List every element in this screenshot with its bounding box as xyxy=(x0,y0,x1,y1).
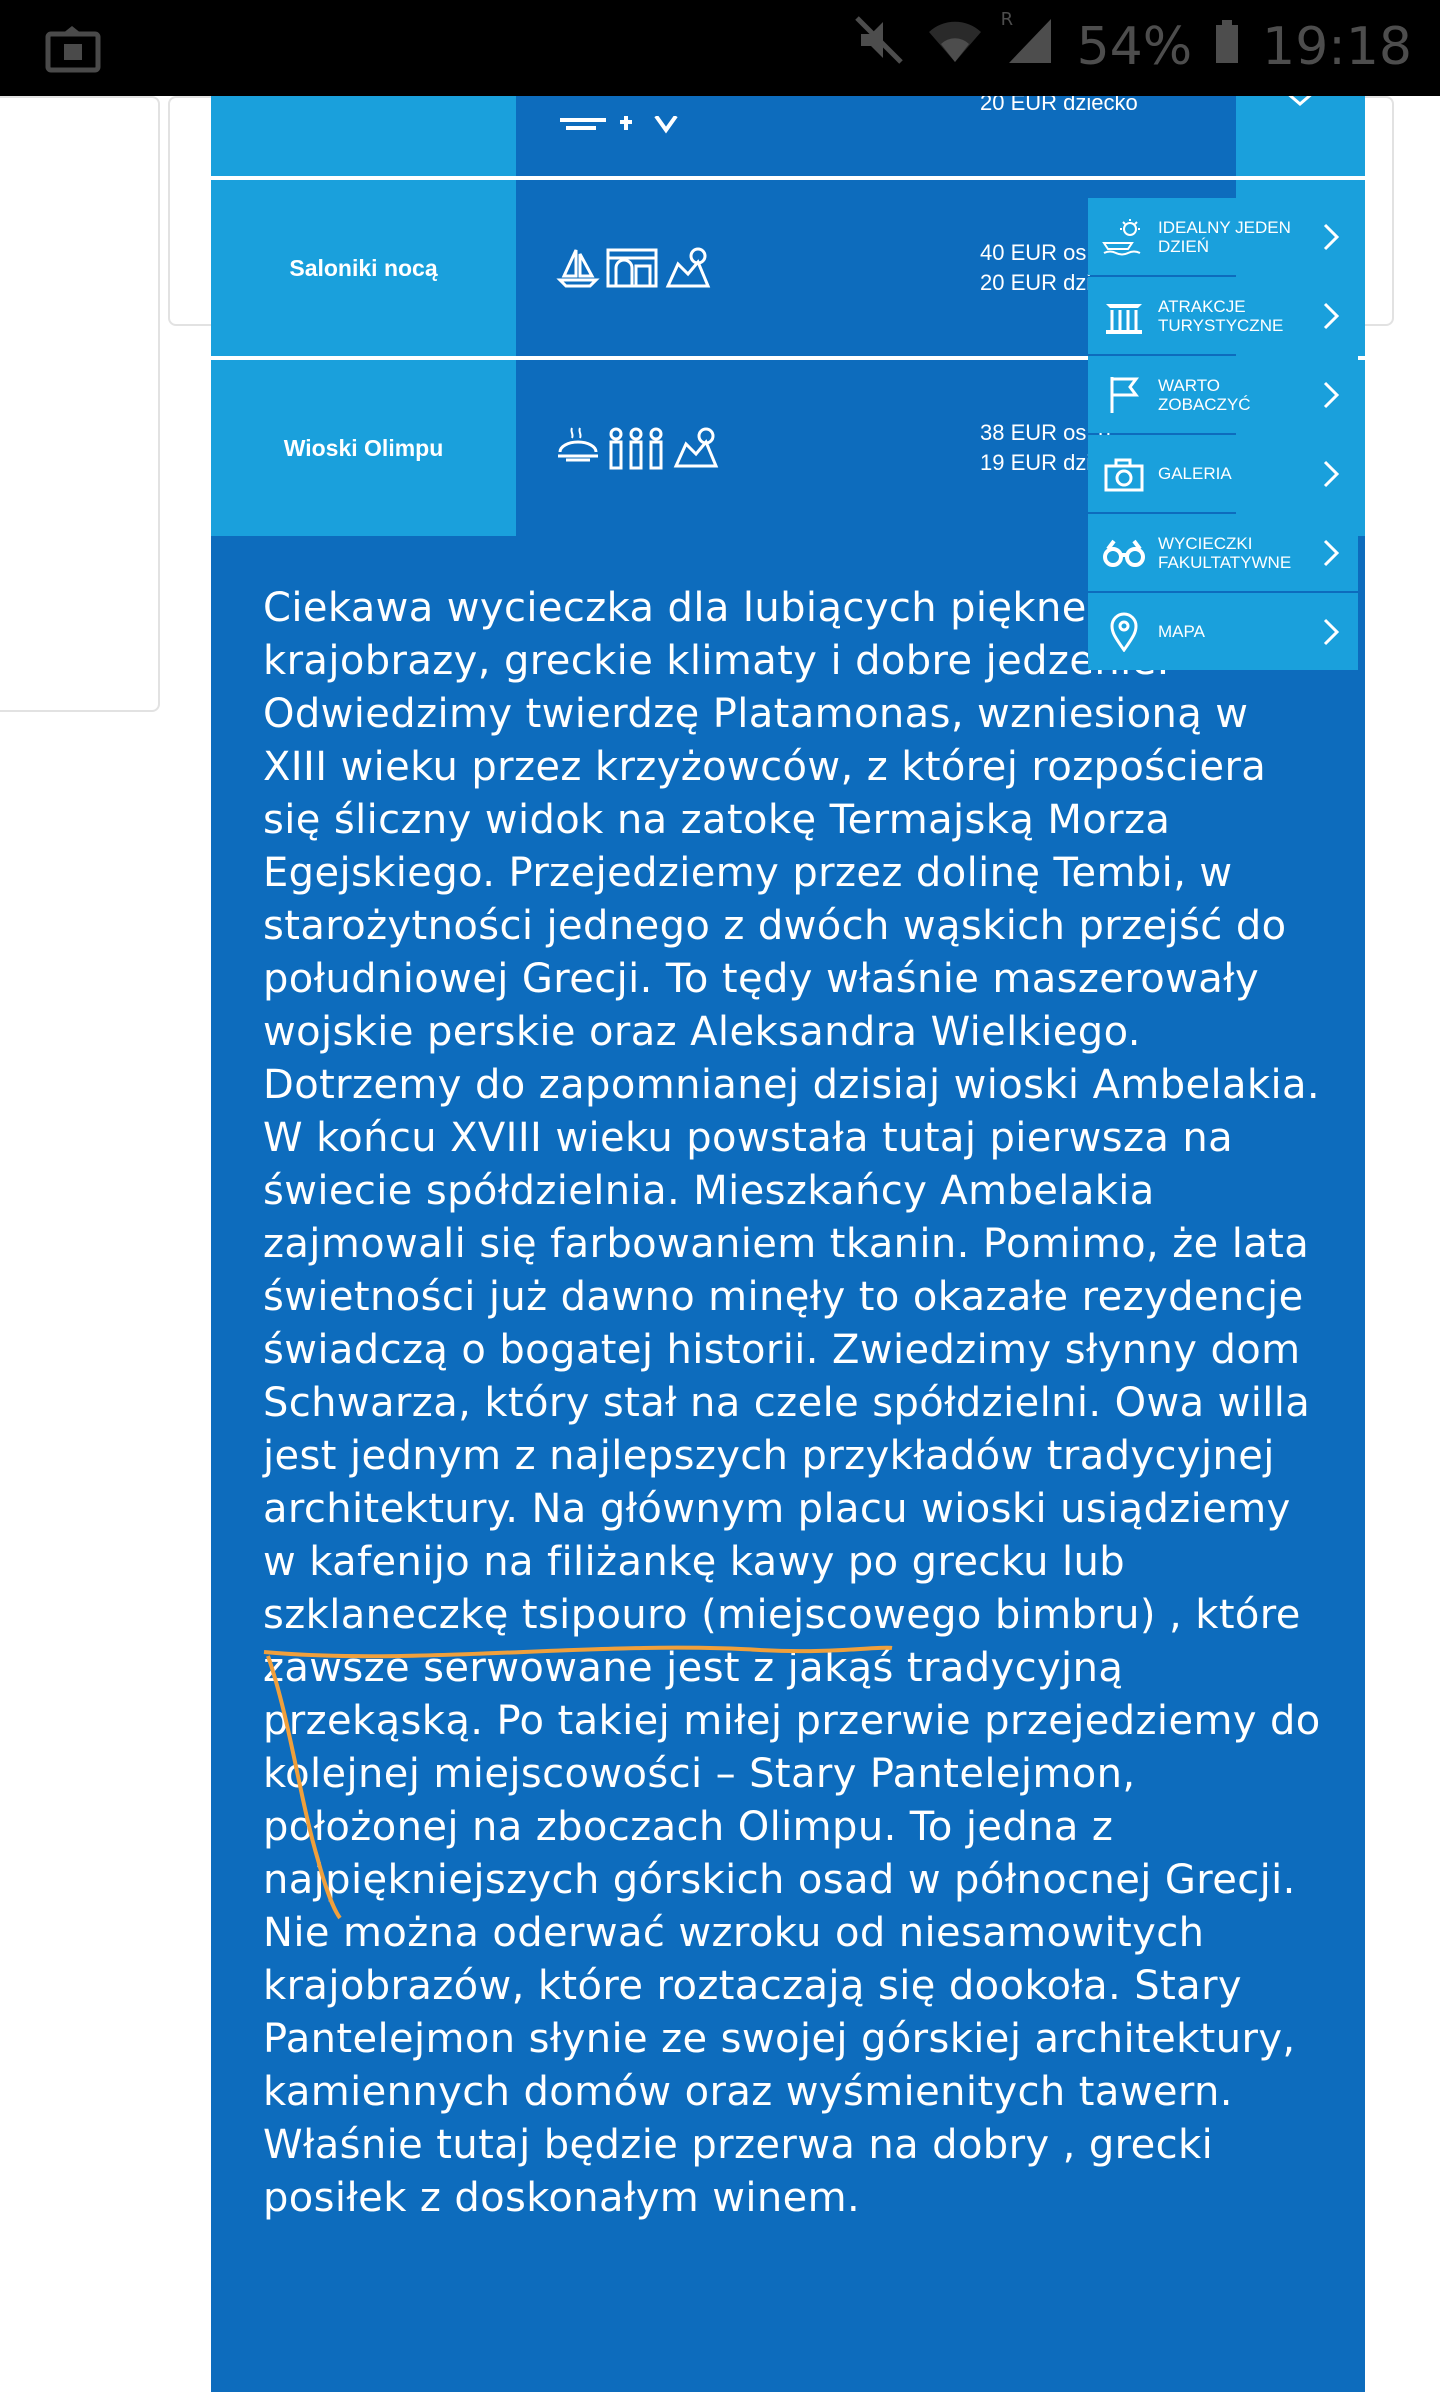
excursion-description: Ciekawa wycieczka dla lubiących piękne k… xyxy=(211,536,1365,2392)
excursion-icons xyxy=(516,96,930,176)
menu-item-label: ATRAKCJE TURYSTYCZNE xyxy=(1158,296,1284,335)
excursion-icons xyxy=(516,180,930,356)
menu-item-galeria[interactable]: GALERIA xyxy=(1088,435,1358,512)
camera-icon xyxy=(1102,454,1146,494)
food-icon xyxy=(558,427,598,462)
excursion-name: Saloniki nocą xyxy=(211,180,516,356)
expand-button[interactable] xyxy=(1236,90,1365,176)
excursion-icons xyxy=(516,360,930,536)
background-card xyxy=(0,96,160,712)
people-icon xyxy=(609,427,663,470)
chevron-right-icon xyxy=(1322,617,1340,651)
temple-icon xyxy=(1102,296,1146,336)
table-row[interactable]: 20 EUR dziecko xyxy=(211,90,1365,180)
map-route-icon xyxy=(665,247,711,288)
excursion-name xyxy=(211,96,516,176)
sailboat-icon xyxy=(556,249,600,288)
description-text: Ciekawa wycieczka dla lubiących piękne k… xyxy=(263,585,1321,2221)
signal-icon: R xyxy=(1001,9,1055,78)
menu-item-warto-zobaczyc[interactable]: WARTO ZOBACZYĆ xyxy=(1088,356,1358,433)
status-bar: R 54% 19:18 xyxy=(0,0,1440,96)
wifi-icon xyxy=(927,16,983,77)
menu-item-atrakcje-turystyczne[interactable]: ATRAKCJE TURYSTYCZNE xyxy=(1088,277,1358,354)
clock: 19:18 xyxy=(1262,16,1412,77)
battery-icon xyxy=(1214,17,1240,77)
map-route-icon xyxy=(673,427,719,468)
chevron-right-icon xyxy=(1322,222,1340,256)
sun-boat-icon xyxy=(1102,217,1146,257)
menu-item-mapa[interactable]: MAPA xyxy=(1088,593,1358,670)
side-menu: IDEALNY JEDEN DZIEŃ ATRAKCJE TURYSTYCZNE… xyxy=(1088,198,1358,672)
binoculars-icon xyxy=(1102,533,1146,573)
map-pin-icon xyxy=(1102,612,1146,652)
chevron-right-icon xyxy=(1322,459,1340,493)
menu-item-label: IDEALNY JEDEN DZIEŃ xyxy=(1158,217,1291,256)
excursion-name: Wioski Olimpu xyxy=(211,360,516,536)
menu-item-wycieczki-fakultatywne[interactable]: WYCIECZKI FAKULTATYWNE xyxy=(1088,514,1358,591)
chevron-right-icon xyxy=(1322,301,1340,335)
arch-icon xyxy=(606,248,658,288)
battery-percent: 54% xyxy=(1076,16,1193,77)
chevron-right-icon xyxy=(1322,380,1340,414)
mute-icon xyxy=(853,14,905,79)
excursion-price: 20 EUR dziecko xyxy=(930,96,1236,176)
menu-item-label: MAPA xyxy=(1158,622,1205,641)
menu-item-label: WARTO ZOBACZYĆ xyxy=(1158,375,1251,414)
menu-item-label: WYCIECZKI FAKULTATYWNE xyxy=(1158,533,1292,572)
menu-item-label: GALERIA xyxy=(1158,464,1232,483)
screen-cast-icon xyxy=(44,26,102,78)
menu-item-idealny-jeden-dzien[interactable]: IDEALNY JEDEN DZIEŃ xyxy=(1088,198,1358,275)
ship-icon xyxy=(560,116,678,134)
flag-icon xyxy=(1102,375,1146,415)
chevron-right-icon xyxy=(1322,538,1340,572)
